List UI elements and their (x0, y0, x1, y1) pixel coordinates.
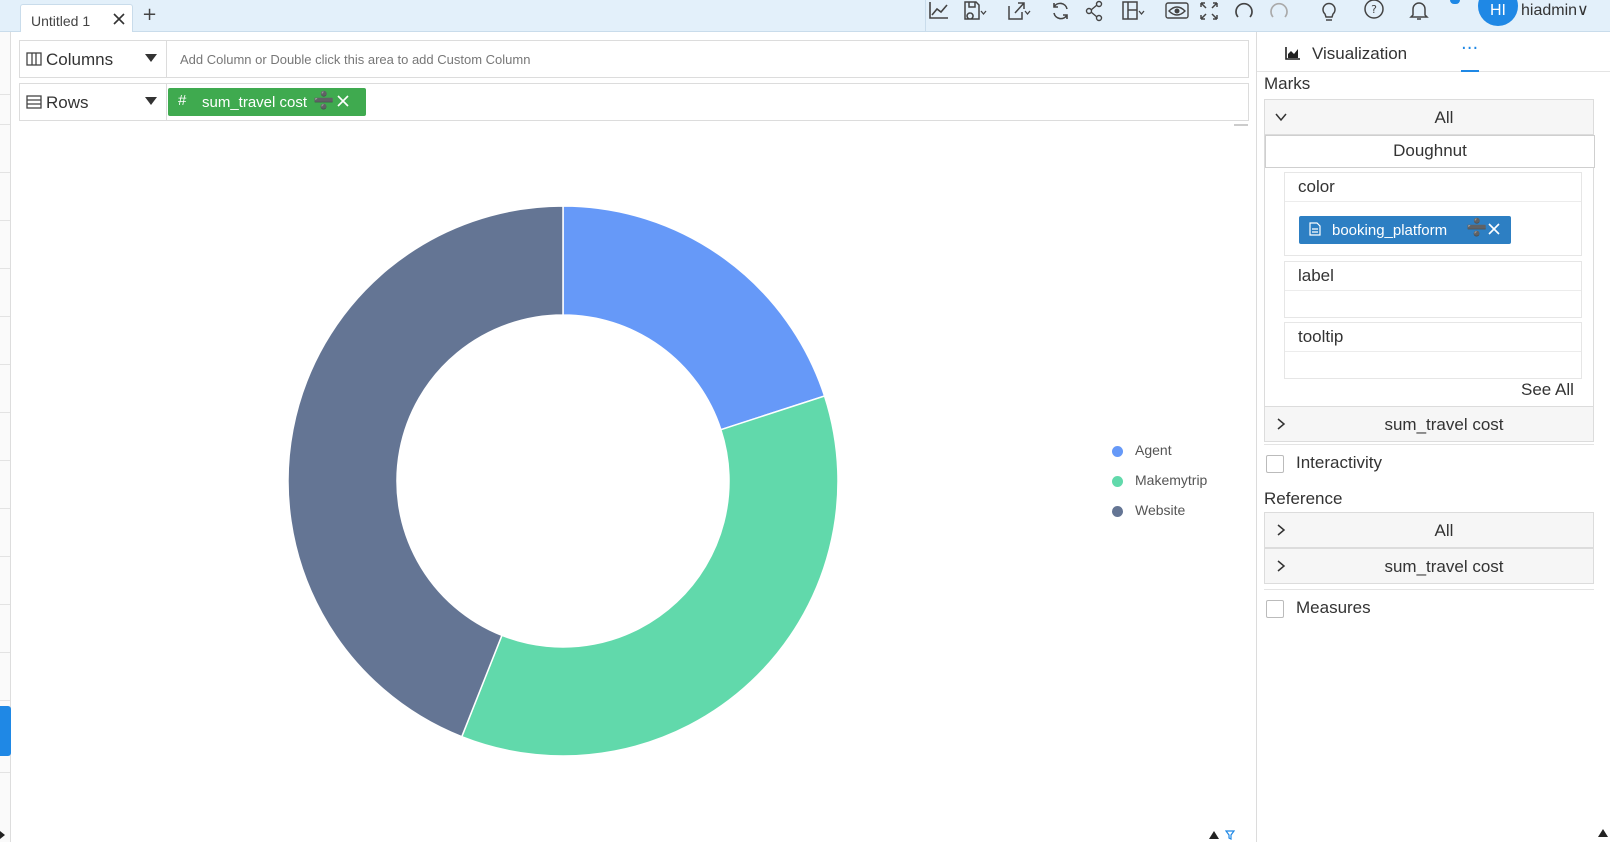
left-corner-icon (0, 831, 5, 839)
divide-icon[interactable]: ➗ (313, 91, 334, 111)
close-icon[interactable] (112, 12, 126, 26)
chevron-down-icon[interactable] (145, 97, 157, 105)
share-icon[interactable] (1082, 0, 1108, 22)
marks-settings: Doughnut color booking_platform ➗ label … (1264, 135, 1595, 415)
visualization-panel: Visualization ··· Marks All Doughnut col… (1256, 32, 1610, 842)
interactivity-row[interactable]: Interactivity (1264, 444, 1594, 476)
layout-icon[interactable] (1120, 0, 1146, 22)
panel-corner-icon (1598, 829, 1608, 837)
tooltip-property[interactable]: tooltip (1284, 322, 1582, 379)
close-icon[interactable] (1488, 223, 1500, 235)
add-tab-button[interactable]: + (142, 4, 157, 25)
filter-icon[interactable] (1225, 830, 1235, 840)
pill-label: booking_platform (1332, 222, 1448, 239)
bell-icon[interactable] (1406, 0, 1432, 22)
dimension-pill-booking-platform[interactable]: booking_platform ➗ (1299, 216, 1511, 244)
top-bar: Untitled 1 + ? HI hiadmin∨ (0, 0, 1610, 32)
chart-area-icon (1285, 47, 1300, 60)
interactivity-checkbox[interactable] (1266, 455, 1284, 473)
marks-all-label: All (1434, 108, 1454, 127)
redo-icon[interactable] (1266, 0, 1292, 22)
measures-checkbox[interactable] (1266, 600, 1284, 618)
legend-swatch (1112, 506, 1123, 517)
rows-shelf-header[interactable]: Rows (20, 84, 167, 120)
chevron-down-icon[interactable] (145, 54, 157, 62)
sidebar-toggle-tab[interactable] (0, 706, 11, 756)
legend-label: Website (1135, 502, 1186, 518)
legend-label: Agent (1135, 442, 1172, 458)
rows-shelf[interactable]: Rows # sum_travel cost ➗ (19, 83, 1249, 121)
color-label: color (1298, 177, 1335, 196)
chart-corner-icon (1209, 831, 1219, 839)
see-all-link[interactable]: See All (1521, 380, 1574, 400)
help-icon[interactable]: ? (1361, 0, 1387, 22)
marks-label: Marks (1264, 74, 1311, 93)
interactivity-label: Interactivity (1296, 453, 1382, 472)
more-options-icon[interactable]: ··· (1461, 38, 1478, 59)
reference-label: Reference (1264, 489, 1343, 508)
legend-swatch (1112, 476, 1123, 487)
bulb-icon[interactable] (1316, 0, 1342, 22)
close-icon[interactable] (337, 95, 349, 107)
reference-measure-row[interactable]: sum_travel cost (1264, 548, 1594, 584)
legend-swatch (1112, 446, 1123, 457)
tab-title: Untitled 1 (31, 13, 91, 29)
color-property[interactable]: color booking_platform ➗ (1284, 172, 1582, 256)
legend-label: Makemytrip (1135, 472, 1208, 488)
reference-all-label: All (1434, 521, 1454, 540)
save-icon[interactable] (962, 0, 988, 22)
columns-icon (26, 52, 42, 66)
refresh-icon[interactable] (1048, 0, 1074, 22)
chart-line-icon[interactable] (926, 0, 952, 22)
export-icon[interactable] (1006, 0, 1032, 22)
document-icon (1309, 222, 1321, 236)
marks-measure-row[interactable]: sum_travel cost (1264, 406, 1594, 442)
resize-handle[interactable] (1234, 124, 1248, 126)
tab-untitled-1[interactable]: Untitled 1 (20, 4, 133, 32)
divide-icon[interactable]: ➗ (1466, 218, 1487, 238)
marks-all-row[interactable]: All (1264, 99, 1594, 135)
slice-agent[interactable] (562, 205, 826, 431)
reference-all-row[interactable]: All (1264, 512, 1594, 548)
chart-type-select[interactable]: Doughnut (1265, 135, 1595, 168)
undo-icon[interactable] (1231, 0, 1257, 22)
columns-drop-hint: Add Column or Double click this area to … (180, 52, 531, 67)
label-property[interactable]: label (1284, 261, 1582, 318)
preview-eye-icon[interactable] (1164, 0, 1190, 22)
slice-makemytrip[interactable] (460, 395, 839, 757)
label-label: label (1298, 266, 1334, 285)
measures-row[interactable]: Measures (1264, 589, 1594, 621)
reference-measure-label: sum_travel cost (1384, 557, 1504, 576)
columns-title: Columns (46, 50, 114, 69)
rows-title: Rows (46, 93, 89, 112)
measures-label: Measures (1296, 598, 1371, 617)
tooltip-label: tooltip (1298, 327, 1344, 346)
fullscreen-icon[interactable] (1196, 0, 1222, 22)
doughnut-chart (287, 205, 839, 757)
svg-text:?: ? (1371, 3, 1377, 16)
measure-row-label: sum_travel cost (1384, 415, 1504, 434)
columns-shelf-header[interactable]: Columns (20, 41, 167, 77)
number-icon: # (178, 92, 187, 109)
measure-pill-sum-travel-cost[interactable]: # sum_travel cost ➗ (168, 88, 366, 116)
active-tab-indicator (1461, 70, 1479, 72)
pill-label: sum_travel cost (202, 94, 308, 111)
slice-website[interactable] (287, 205, 564, 738)
tab-visualization[interactable]: Visualization (1312, 44, 1407, 64)
rows-icon (26, 95, 42, 109)
user-menu[interactable]: hiadmin∨ (1521, 0, 1589, 20)
columns-shelf[interactable]: Columns Add Column or Double click this … (19, 40, 1249, 78)
panel-header: Visualization ··· (1257, 32, 1610, 72)
